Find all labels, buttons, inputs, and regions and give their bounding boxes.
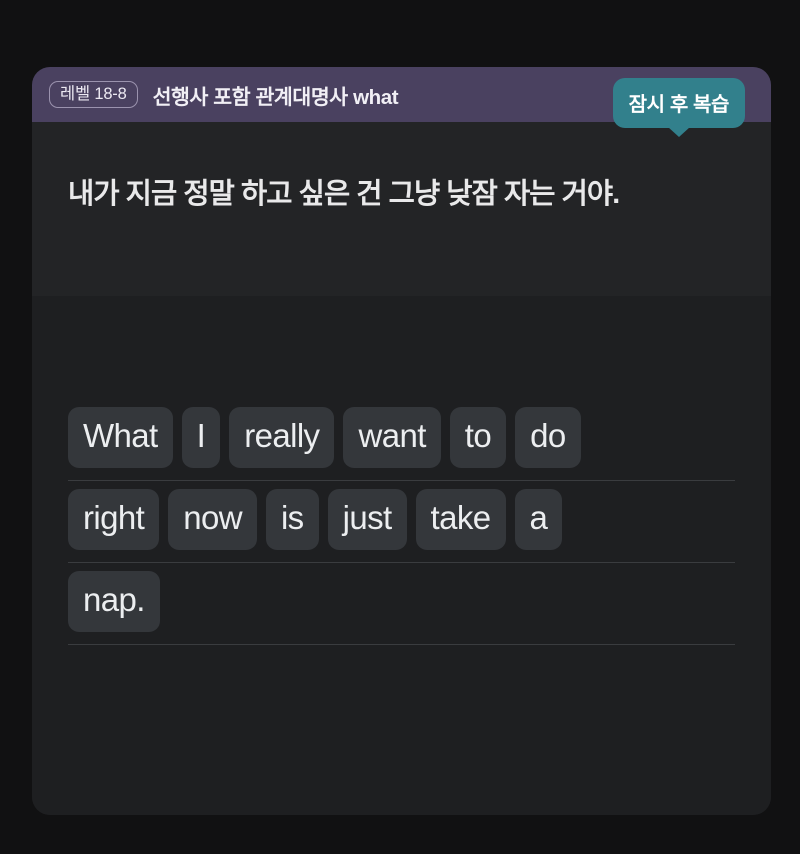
word-tile[interactable]: to: [449, 407, 507, 468]
word-tile[interactable]: nap.: [68, 571, 160, 632]
word-tile[interactable]: is: [265, 489, 319, 550]
word-tile[interactable]: do: [515, 407, 581, 468]
prompt-area: 내가 지금 정말 하고 싶은 건 그냥 낮잠 자는 거야.: [32, 122, 771, 296]
word-tile[interactable]: really: [229, 407, 335, 468]
lesson-card: 레벨 18-8 선행사 포함 관계대명사 what 잠시 후 복습 내가 지금 …: [32, 67, 771, 815]
word-tile[interactable]: right: [68, 489, 160, 550]
app-screen: 레벨 18-8 선행사 포함 관계대명사 what 잠시 후 복습 내가 지금 …: [0, 0, 800, 854]
level-badge: 레벨 18-8: [49, 80, 138, 109]
word-tile[interactable]: take: [415, 489, 506, 550]
word-tile[interactable]: now: [168, 489, 257, 550]
word-tile[interactable]: I: [181, 407, 221, 468]
word-row: right now is just take a: [68, 489, 735, 563]
review-later-button[interactable]: 잠시 후 복습: [612, 78, 745, 128]
word-tile[interactable]: What: [68, 407, 173, 468]
card-header: 레벨 18-8 선행사 포함 관계대명사 what 잠시 후 복습: [32, 67, 771, 128]
lesson-title: 선행사 포함 관계대명사 what: [152, 85, 399, 109]
prompt-sentence-korean: 내가 지금 정말 하고 싶은 건 그냥 낮잠 자는 거야.: [68, 178, 620, 210]
word-tile[interactable]: just: [327, 489, 407, 550]
word-row: What I really want to do: [68, 407, 735, 481]
word-tile[interactable]: want: [343, 407, 441, 468]
word-tile[interactable]: a: [514, 489, 563, 550]
word-row: nap.: [68, 571, 735, 645]
answer-area: What I really want to do right now is ju…: [32, 296, 771, 815]
